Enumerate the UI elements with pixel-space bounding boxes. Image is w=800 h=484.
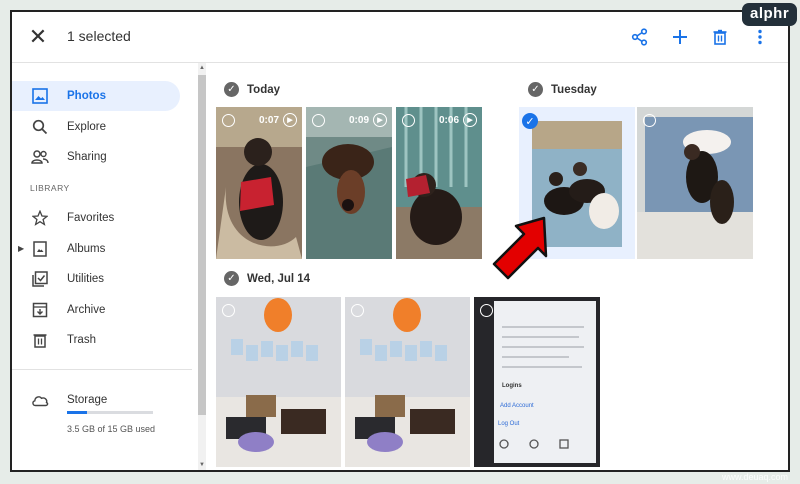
play-icon: ▶ xyxy=(463,113,477,127)
trash-icon[interactable] xyxy=(708,25,732,49)
sidebar-item-label: Photos xyxy=(67,90,106,102)
library-section-label: LIBRARY xyxy=(30,183,70,193)
red-arrow-annotation xyxy=(490,212,550,287)
close-icon[interactable]: ✕ xyxy=(26,24,50,49)
sidebar-item-utilities[interactable]: Utilities xyxy=(12,264,180,294)
selection-toolbar: ✕ 1 selected xyxy=(12,12,788,63)
sidebar-item-label: Albums xyxy=(67,243,106,255)
search-icon xyxy=(31,118,49,136)
scroll-down-icon[interactable]: ▼ xyxy=(199,462,205,468)
sidebar-item-label: Archive xyxy=(67,304,106,316)
sidebar-item-label: Trash xyxy=(67,334,96,346)
people-icon xyxy=(31,148,49,166)
date-header-tuesday: ✓ Tuesday xyxy=(528,82,597,97)
select-circle[interactable] xyxy=(312,114,325,127)
storage-usage-text: 3.5 GB of 15 GB used xyxy=(67,424,156,434)
video-duration: 0:06 ▶ xyxy=(439,113,477,127)
select-circle[interactable] xyxy=(402,114,415,127)
check-icon[interactable]: ✓ xyxy=(224,82,239,97)
sidebar-item-label: Favorites xyxy=(67,212,115,224)
storage-progress-bar xyxy=(67,411,153,414)
select-circle[interactable] xyxy=(222,304,235,317)
select-circle[interactable] xyxy=(643,114,656,127)
sidebar-item-photos[interactable]: Photos xyxy=(12,81,180,111)
archive-icon xyxy=(31,301,49,319)
phone-text-logins: Logins xyxy=(502,383,522,389)
phone-text-add-account: Add Account xyxy=(500,403,534,409)
selection-count: 1 selected xyxy=(67,28,131,44)
check-icon[interactable]: ✓ xyxy=(528,82,543,97)
video-thumbnail[interactable]: 0:06 ▶ xyxy=(396,107,482,259)
select-circle[interactable] xyxy=(351,304,364,317)
share-icon[interactable] xyxy=(628,25,652,49)
star-icon xyxy=(31,209,49,227)
date-header-today: ✓ Today xyxy=(224,82,280,97)
date-header-wed-jul-14: ✓ Wed, Jul 14 xyxy=(224,271,310,286)
video-duration: 0:09 ▶ xyxy=(349,113,387,127)
add-icon[interactable] xyxy=(668,25,692,49)
trash-icon xyxy=(31,331,49,349)
video-thumbnail[interactable]: 0:07 ▶ xyxy=(216,107,302,259)
date-label: Wed, Jul 14 xyxy=(247,272,311,285)
brand-logo: alphr xyxy=(742,3,798,26)
selected-check-icon[interactable]: ✓ xyxy=(522,113,538,129)
album-icon xyxy=(31,240,49,258)
divider xyxy=(12,369,192,370)
sidebar-item-label: Utilities xyxy=(67,273,105,285)
photo-thumbnail[interactable] xyxy=(345,297,470,467)
app-window: ✕ 1 selected Photos Explore Sharing LIBR… xyxy=(10,10,790,472)
utilities-icon xyxy=(31,270,49,288)
watermark: www.deuaq.com xyxy=(721,472,788,482)
select-circle[interactable] xyxy=(222,114,235,127)
sidebar: Photos Explore Sharing LIBRARY Favorites… xyxy=(12,63,192,470)
sidebar-item-label: Sharing xyxy=(67,151,107,163)
expand-arrow-icon[interactable]: ▶ xyxy=(18,244,24,253)
storage-progress-fill xyxy=(67,411,88,414)
sidebar-item-archive[interactable]: Archive xyxy=(12,295,180,325)
sidebar-item-favorites[interactable]: Favorites xyxy=(12,203,180,233)
play-icon: ▶ xyxy=(283,113,297,127)
video-thumbnail[interactable]: 0:09 ▶ xyxy=(306,107,392,259)
sidebar-item-trash[interactable]: Trash xyxy=(12,325,180,355)
phone-text-log-out: Log Out xyxy=(498,421,520,427)
photo-thumbnail[interactable]: Logins Add Account Log Out xyxy=(474,297,600,467)
sidebar-item-albums[interactable]: ▶ Albums xyxy=(12,234,180,264)
photo-thumbnail[interactable] xyxy=(637,107,753,259)
sidebar-item-label: Storage xyxy=(67,394,108,406)
select-circle[interactable] xyxy=(480,304,493,317)
sidebar-item-label: Explore xyxy=(67,121,106,133)
scrollbar[interactable]: ▲ ▼ xyxy=(198,63,206,470)
photos-icon xyxy=(31,87,49,105)
sidebar-item-sharing[interactable]: Sharing xyxy=(12,142,180,172)
play-icon: ▶ xyxy=(373,113,387,127)
check-icon[interactable]: ✓ xyxy=(224,271,239,286)
sidebar-item-explore[interactable]: Explore xyxy=(12,112,180,142)
cloud-icon xyxy=(31,391,49,409)
scroll-up-icon[interactable]: ▲ xyxy=(199,65,205,71)
photo-thumbnail[interactable] xyxy=(216,297,341,467)
date-label: Today xyxy=(247,83,281,96)
scroll-thumb[interactable] xyxy=(198,75,206,415)
video-duration: 0:07 ▶ xyxy=(259,113,297,127)
more-vert-icon[interactable] xyxy=(748,25,772,49)
date-label: Tuesday xyxy=(551,83,597,96)
